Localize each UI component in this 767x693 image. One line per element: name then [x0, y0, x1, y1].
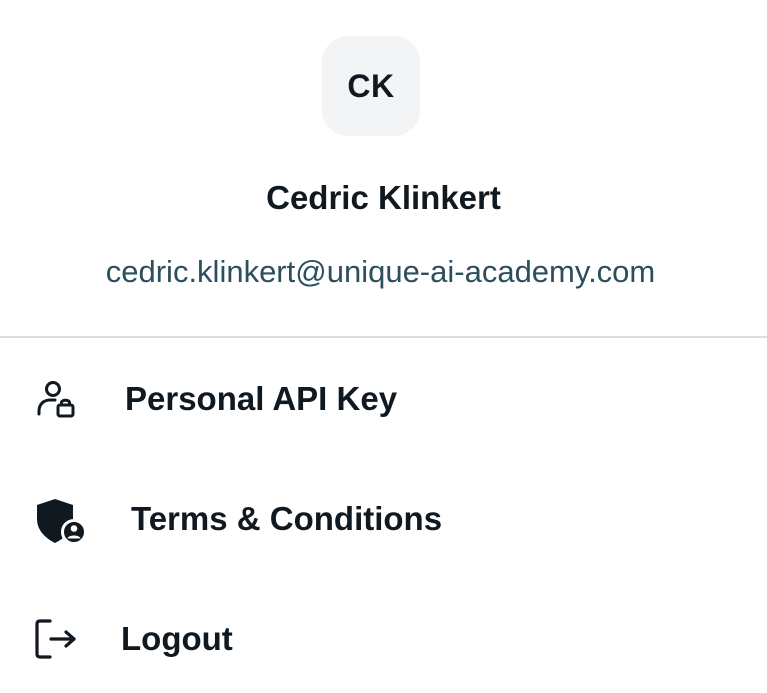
avatar-initials: CK: [347, 67, 395, 104]
menu-item-label: Logout: [121, 620, 233, 657]
user-profile-header: CK Cedric Klinkert cedric.klinkert@uniqu…: [0, 0, 767, 337]
user-menu: CK Cedric Klinkert cedric.klinkert@uniqu…: [0, 0, 767, 693]
menu-item-logout[interactable]: Logout: [0, 585, 767, 693]
menu-item-terms-conditions[interactable]: Terms & Conditions: [0, 465, 767, 575]
divider: [0, 336, 767, 338]
menu-item-label: Terms & Conditions: [131, 500, 443, 537]
logout-icon: [35, 619, 76, 659]
user-email: cedric.klinkert@unique-ai-academy.com: [105, 254, 656, 289]
menu-item-label: Personal API Key: [125, 380, 398, 417]
user-lock-icon: [37, 381, 75, 418]
user-name: Cedric Klinkert: [266, 179, 501, 216]
shield-user-icon: [37, 499, 87, 545]
avatar: CK: [322, 36, 420, 136]
menu-item-personal-api-key[interactable]: Personal API Key: [0, 345, 767, 455]
